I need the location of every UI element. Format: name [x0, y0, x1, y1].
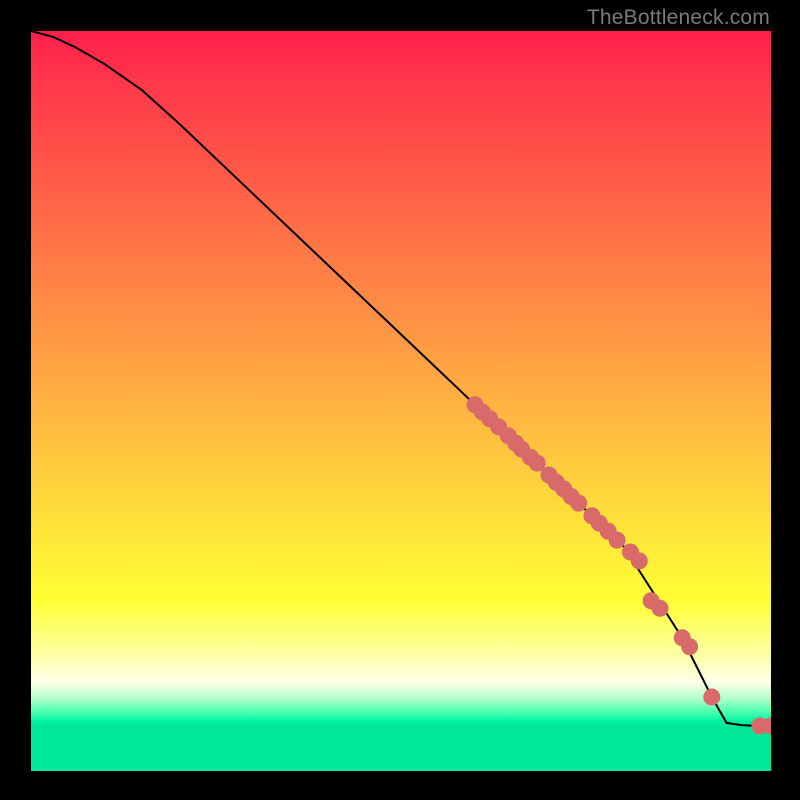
plot-area — [31, 31, 771, 771]
bottleneck-curve — [31, 31, 771, 726]
data-points — [467, 397, 771, 734]
watermark-text: TheBottleneck.com — [587, 6, 770, 30]
data-point — [631, 553, 647, 569]
data-point — [652, 600, 668, 616]
chart-svg — [31, 31, 771, 771]
data-point — [704, 689, 720, 705]
data-point — [682, 639, 698, 655]
data-point — [529, 455, 545, 471]
chart-stage: TheBottleneck.com — [0, 0, 800, 800]
data-point — [609, 532, 625, 548]
data-point — [571, 495, 587, 511]
